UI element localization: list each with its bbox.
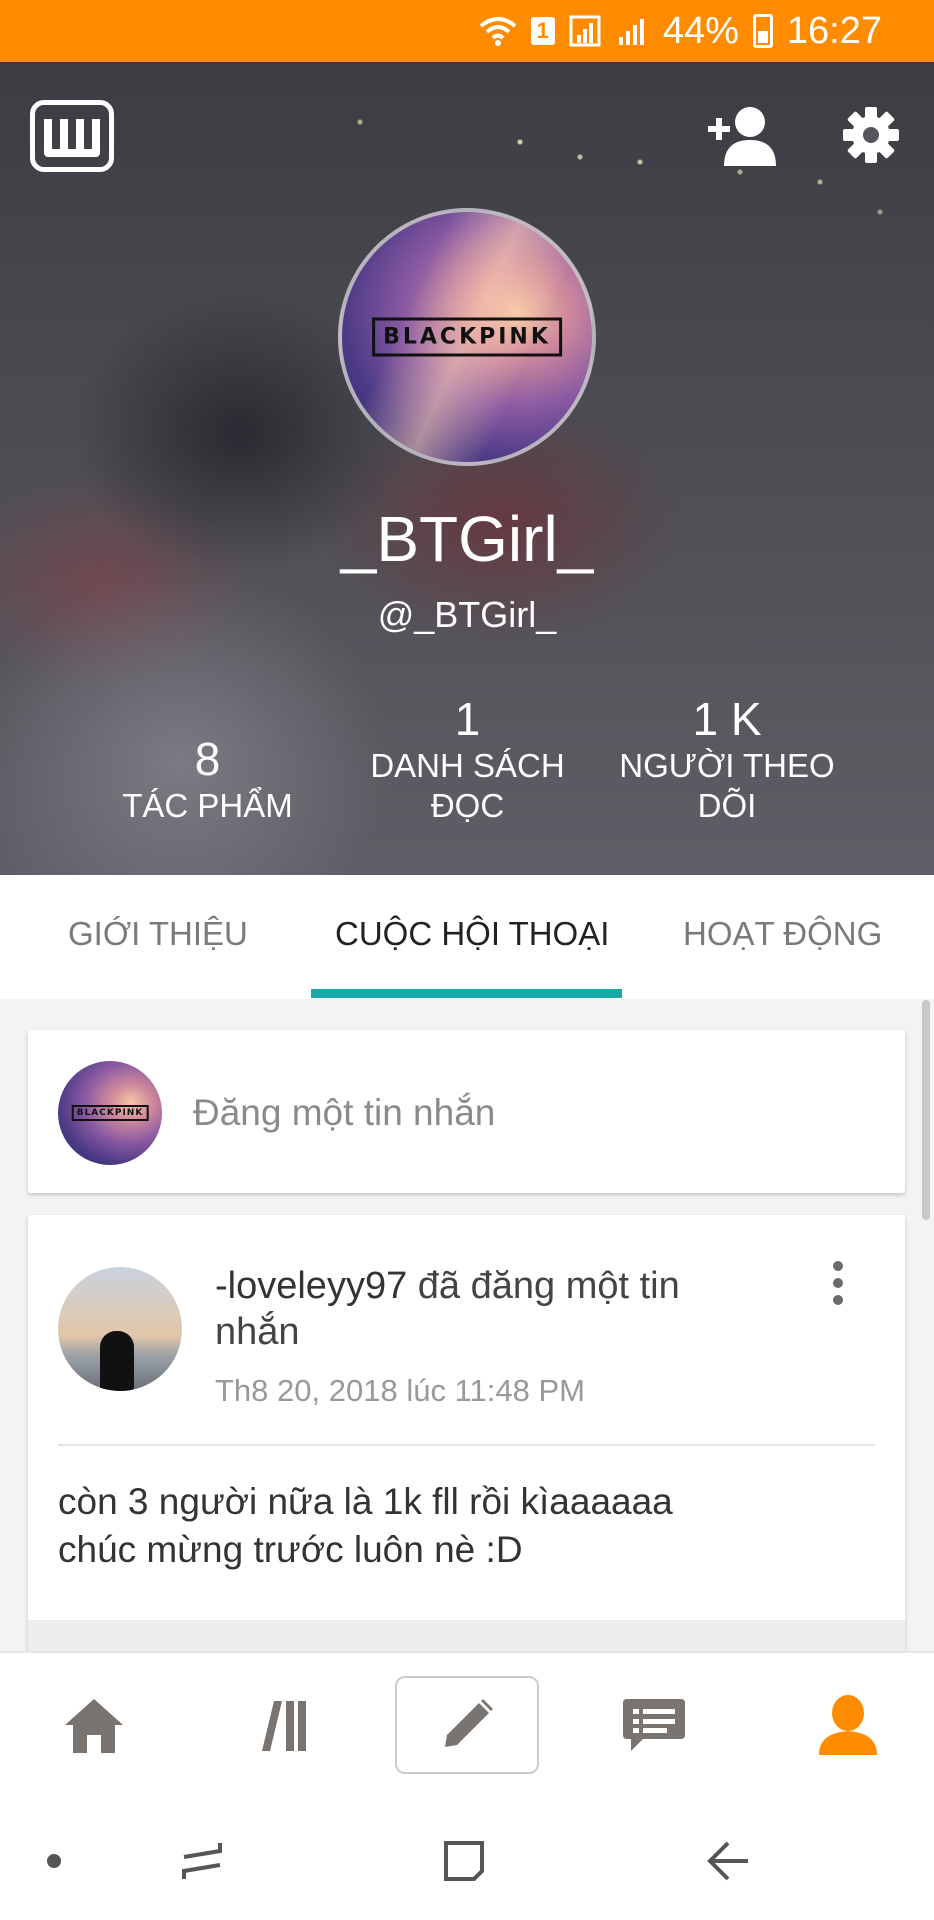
message-timestamp: Th8 20, 2018 lúc 11:48 PM xyxy=(215,1373,585,1408)
username: @_BTGirl_ xyxy=(377,594,557,635)
tab-activity[interactable]: HOẠT ĐỘNG xyxy=(683,915,882,953)
post-message-input[interactable]: Đăng một tin nhắn xyxy=(193,1092,495,1134)
my-avatar: BLACKPINK xyxy=(58,1061,162,1165)
library-icon[interactable] xyxy=(230,1675,330,1775)
pencil-icon[interactable] xyxy=(395,1676,539,1774)
tab-conversations[interactable]: CUỘC HỘI THOẠI xyxy=(335,915,609,953)
divider xyxy=(58,1444,875,1446)
tab-about[interactable]: GIỚI THIỆU xyxy=(68,915,248,953)
sim-badge: 1 xyxy=(530,17,555,45)
signal-icon xyxy=(569,15,603,47)
profile-avatar[interactable]: BLACKPINK xyxy=(338,208,596,466)
message-footer xyxy=(28,1620,905,1655)
signal-icon-2 xyxy=(617,15,649,47)
scrollbar[interactable] xyxy=(922,1000,930,1220)
stat-reading-lists[interactable]: 1 DANH SÁCH ĐỌC xyxy=(340,692,595,826)
clock: 16:27 xyxy=(786,9,882,52)
avatar-logo-text: BLACKPINK xyxy=(372,317,562,357)
status-bar: 1 44% 16:27 xyxy=(0,0,934,62)
recent-apps-icon[interactable] xyxy=(172,1831,232,1891)
stat-reading-lists-label: DANH SÁCH ĐỌC xyxy=(370,747,565,824)
dot-icon[interactable] xyxy=(24,1831,84,1891)
my-avatar-logo-text: BLACKPINK xyxy=(71,1105,149,1121)
stat-followers[interactable]: 1 K NGƯỜI THEO DÕI xyxy=(605,692,849,826)
author-avatar[interactable] xyxy=(58,1267,182,1391)
person-icon[interactable] xyxy=(798,1675,898,1775)
post-message-box[interactable]: BLACKPINK Đăng một tin nhắn xyxy=(28,1030,905,1193)
home-button-icon[interactable] xyxy=(434,1831,494,1891)
system-nav xyxy=(0,1801,934,1920)
profile-header: BLACKPINK _BTGirl_ @_BTGirl_ 8 TÁC PHẨM … xyxy=(0,62,934,875)
stat-followers-label: NGƯỜI THEO DÕI xyxy=(619,747,835,824)
home-icon[interactable] xyxy=(44,1675,144,1775)
message-body-line: còn 3 người nữa là 1k fll rồi kìaaaaaa xyxy=(58,1481,673,1522)
message-body-line: chúc mừng trước luôn nè :D xyxy=(58,1529,523,1570)
stat-works-value: 8 xyxy=(194,733,221,785)
message-author[interactable]: -loveleyy97 xyxy=(215,1265,407,1307)
stat-reading-lists-value: 1 xyxy=(454,693,481,745)
stat-works-label: TÁC PHẨM xyxy=(122,787,293,824)
bottom-nav xyxy=(0,1651,934,1801)
chat-icon[interactable] xyxy=(604,1675,704,1775)
profile-tabs: GIỚI THIỆU CUỘC HỘI THOẠI HOẠT ĐỘNG xyxy=(0,875,934,999)
active-tab-indicator xyxy=(311,989,622,998)
stat-works[interactable]: 8 TÁC PHẨM xyxy=(100,712,315,826)
add-user-icon[interactable] xyxy=(704,104,780,168)
gear-icon[interactable] xyxy=(842,104,900,166)
message-card: -loveleyy97 đã đăng một tin nhắn Th8 20,… xyxy=(28,1215,905,1655)
more-vertical-icon[interactable] xyxy=(828,1259,848,1309)
wifi-icon xyxy=(479,16,517,46)
message-header: -loveleyy97 đã đăng một tin nhắn xyxy=(215,1263,685,1355)
message-body: còn 3 người nữa là 1k fll rồi kìaaaaaa c… xyxy=(58,1478,858,1574)
battery-icon xyxy=(752,14,773,48)
wattpad-w-logo-icon[interactable] xyxy=(30,100,114,172)
battery-percent: 44% xyxy=(662,9,739,52)
display-name: _BTGirl_ xyxy=(340,503,594,575)
stat-followers-value: 1 K xyxy=(692,693,762,745)
back-icon[interactable] xyxy=(698,1831,758,1891)
